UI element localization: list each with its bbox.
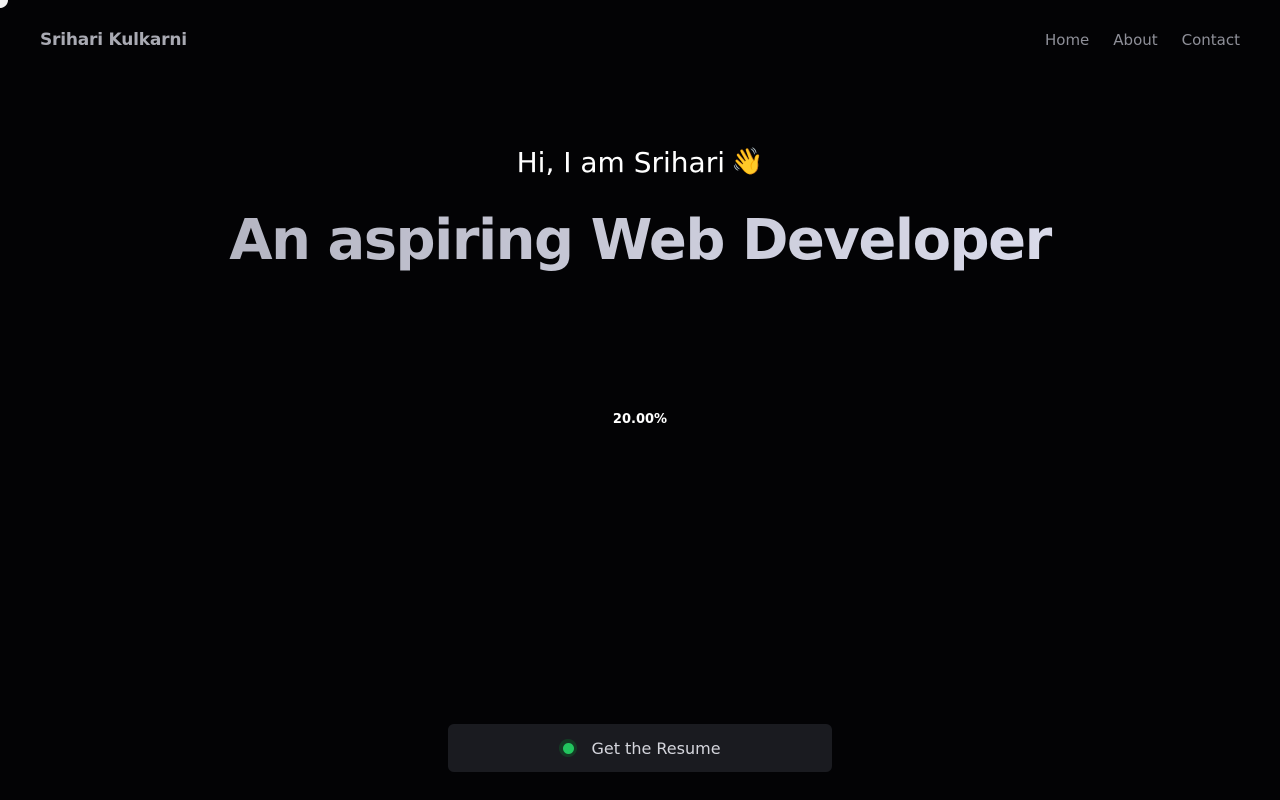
loading-progress-text: 20.00% (612, 412, 668, 427)
greeting-text: Hi, I am Srihari (516, 145, 725, 179)
status-indicator-dot (562, 742, 574, 754)
nav-link-about[interactable]: About (1113, 31, 1157, 49)
status-indicator-icon (559, 739, 578, 757)
nav-links: Home About Contact (1045, 31, 1240, 49)
brand-logo[interactable]: Srihari Kulkarni (40, 30, 187, 50)
nav-link-contact[interactable]: Contact (1182, 31, 1240, 49)
page: Srihari Kulkarni Home About Contact Hi, … (0, 0, 1280, 800)
resume-button-label: Get the Resume (591, 738, 721, 758)
get-resume-button[interactable]: Get the Resume (448, 724, 832, 772)
waving-hand-icon: 👋 (731, 147, 764, 177)
hero-greeting: Hi, I am Srihari 👋 (517, 140, 764, 184)
nav-link-home[interactable]: Home (1045, 31, 1089, 49)
navbar: Srihari Kulkarni Home About Contact (0, 0, 1280, 80)
hero-section: Hi, I am Srihari 👋 An aspiring Web Devel… (0, 140, 1280, 274)
hero-headline: An aspiring Web Developer (0, 208, 1280, 273)
